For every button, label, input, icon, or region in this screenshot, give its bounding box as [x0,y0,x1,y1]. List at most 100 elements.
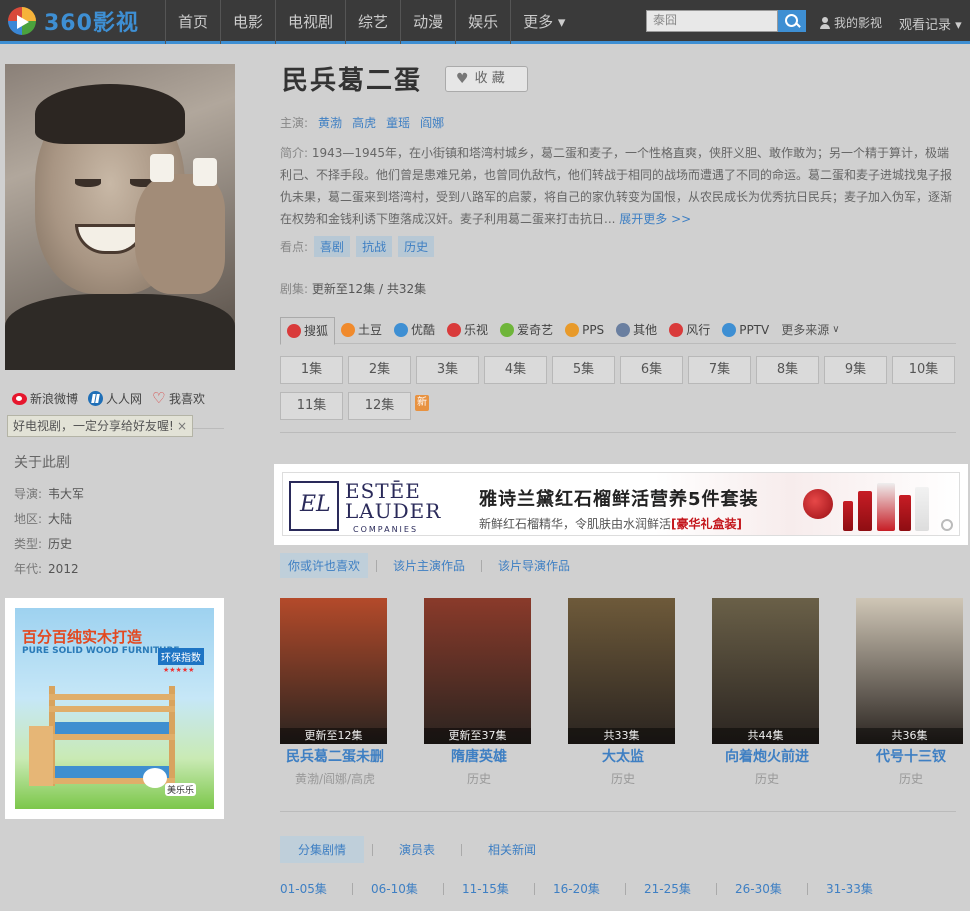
episode-range-tab[interactable]: 11-15集 [462,880,534,897]
cast-row: 主演: 黄渤 高虎 童瑶 阎娜 [280,114,445,131]
episode-button[interactable]: 2集 [348,356,411,384]
divider [280,432,956,433]
furniture-ad[interactable]: 百分百纯实木打造 PURE SOLID WOOD FURNITURE 环保指数 … [5,598,224,819]
favorite-button[interactable]: ♥ 收 藏 [445,66,528,92]
recommendation-subtitle: 历史 [466,772,491,786]
search-button[interactable] [778,10,806,32]
episode-range-tabs: 01-05集 06-10集 11-15集 16-20集 21-25集 26-30集 31-3… [280,880,898,897]
banner-subline: 新鲜红石榴精华，令肌肤由水润鲜活[豪华礼盒装] [479,517,742,531]
product-image [803,479,953,533]
nav-item-entertainment[interactable]: 娱乐 [455,0,510,44]
episode-button[interactable]: 12集 [348,392,411,420]
tab-you-may-like[interactable]: 你或许也喜欢 [280,553,369,578]
tab-cast-works[interactable]: 该片主演作品 [385,553,473,578]
recommendation-poster[interactable]: 更新至37集 [424,598,531,744]
episode-count-caption: 共33集 [568,728,675,744]
recommendation-title[interactable]: 大太监 [548,746,698,766]
show-poster [5,64,235,370]
synopsis-text: 1943—1945年，在小街镇和塔湾村城乡，葛二蛋和麦子，一个性格直爽，侠肝义胆… [280,146,953,226]
recommendation-card[interactable]: 更新至12集 民兵葛二蛋未删 黄渤/阎娜/高虎 [280,598,387,787]
source-tab[interactable]: PPS [559,316,610,344]
nav-item-anime[interactable]: 动漫 [400,0,455,44]
recommendation-title[interactable]: 向着炮火前进 [692,746,842,766]
about-section: 关于此剧 导演: 韦大军 地区: 大陆 类型: 历史 年代: 2012 [14,452,84,582]
ad-close-icon[interactable] [941,519,953,531]
episodes-status: 剧集: 更新至12集 / 共32集 [280,282,427,296]
cast-link[interactable]: 童瑶 [386,114,410,131]
episode-range-tab[interactable]: 31-33集 [826,880,898,897]
ad-stars: ★★★★★ [163,666,195,674]
recommend-tabs: 你或许也喜欢 该片主演作品 该片导演作品 [280,553,578,578]
cast-link[interactable]: 阎娜 [420,114,444,131]
site-logo[interactable]: 360影视 [8,6,168,36]
recommendation-poster[interactable]: 共36集 [856,598,963,744]
source-icon [447,322,462,337]
like-button[interactable]: 我喜欢 [152,389,205,407]
episode-button[interactable]: 1集 [280,356,343,384]
tag[interactable]: 历史 [398,236,435,257]
episode-button[interactable]: 3集 [416,356,479,384]
my-videos-label: 我的影视 [834,16,883,30]
recommendation-card[interactable]: 共33集 大太监 历史 [568,598,675,787]
recommendation-title[interactable]: 代号十三钗 [836,746,970,766]
source-tab[interactable]: 乐视 [441,316,494,344]
cast-link[interactable]: 高虎 [352,114,376,131]
tab-related-news[interactable]: 相关新闻 [470,836,554,863]
search-input[interactable]: 泰囧 [646,10,778,32]
share-renren[interactable]: 人人网 [88,390,142,407]
episode-range-tab[interactable]: 16-20集 [553,880,625,897]
episode-range-tab[interactable]: 06-10集 [371,880,443,897]
recommendation-card[interactable]: 共36集 代号十三钗 历史 [856,598,963,787]
recommendation-poster[interactable]: 更新至12集 [280,598,387,744]
episode-button[interactable]: 8集 [756,356,819,384]
recommendation-card[interactable]: 更新至37集 隋唐英雄 历史 [424,598,531,787]
episode-button[interactable]: 6集 [620,356,683,384]
source-tab[interactable]: 土豆 [335,316,388,344]
nav-item-tv[interactable]: 电视剧 [275,0,345,44]
episode-range-tab[interactable]: 21-25集 [644,880,716,897]
nav-item-movies[interactable]: 电影 [220,0,275,44]
my-videos-link[interactable]: 我的影视 [820,14,882,31]
nav-item-more[interactable]: 更多 ▾ [510,0,577,44]
recommendation-poster[interactable]: 共44集 [712,598,819,744]
expand-more-link[interactable]: 展开更多 >> [619,212,691,226]
logo-icon [8,7,36,35]
recommendation-card[interactable]: 共44集 向着炮火前进 历史 [712,598,819,787]
episode-button[interactable]: 10集 [892,356,955,384]
source-tab[interactable]: 风行 [663,316,716,344]
tab-cast-list[interactable]: 演员表 [381,836,453,863]
source-tab[interactable]: 搜狐 [280,316,336,345]
more-sources-dropdown[interactable]: 更多来源 ∨ [775,316,845,344]
episode-button[interactable]: 7集 [688,356,751,384]
episode-range-tab[interactable]: 01-05集 [280,880,352,897]
nav-item-variety[interactable]: 综艺 [345,0,400,44]
source-tab[interactable]: PPTV [716,316,775,344]
cast-link[interactable]: 黄渤 [318,114,342,131]
share-weibo[interactable]: 新浪微博 [12,390,78,407]
recommendation-title[interactable]: 隋唐英雄 [404,746,554,766]
tooltip-close-button[interactable]: × [177,416,187,436]
episode-button[interactable]: 11集 [280,392,343,420]
recommendation-poster[interactable]: 共33集 [568,598,675,744]
estee-lauder-banner-ad[interactable]: ESTĒE LAUDER COMPANIES 雅诗兰黛红石榴鲜活营养5件套装 新… [274,464,968,545]
episode-range-tab[interactable]: 26-30集 [735,880,807,897]
source-tab[interactable]: 爱奇艺 [494,316,559,344]
tab-episode-synopsis[interactable]: 分集剧情 [280,836,365,863]
nav-item-home[interactable]: 首页 [165,0,220,44]
episode-button[interactable]: 5集 [552,356,615,384]
detail-tabs: 分集剧情 演员表 相关新闻 [280,836,554,863]
recommendation-title[interactable]: 民兵葛二蛋未删 [260,746,410,766]
watch-history-link[interactable]: 观看记录 ▾ [899,14,962,33]
tag[interactable]: 抗战 [356,236,393,257]
heart-icon [152,389,166,407]
source-tab[interactable]: 优酷 [388,316,441,344]
source-tab[interactable]: 其他 [610,316,663,344]
episode-button[interactable]: 4集 [484,356,547,384]
episode-button[interactable]: 9集 [824,356,887,384]
logo-text: 360影视 [44,11,139,36]
tag[interactable]: 喜剧 [314,236,351,257]
recommendation-subtitle: 历史 [898,772,923,786]
ad-title: 百分百纯实木打造 [22,628,143,646]
recommendation-subtitle: 历史 [610,772,635,786]
tab-director-works[interactable]: 该片导演作品 [490,553,578,578]
